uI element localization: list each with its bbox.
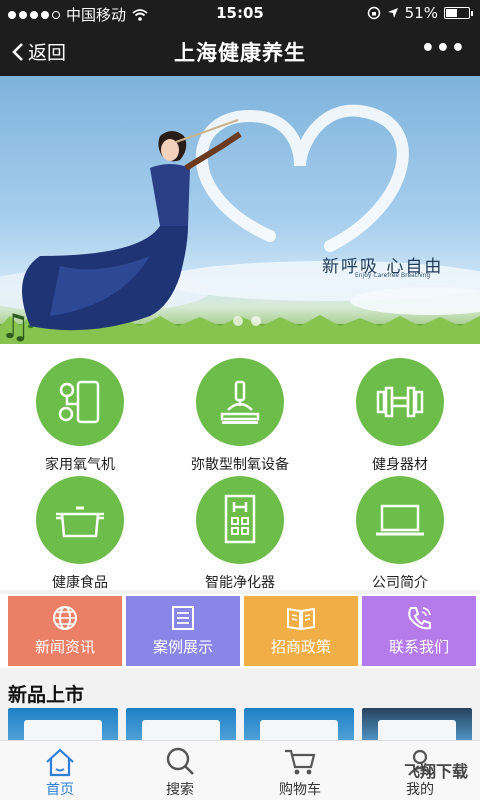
dumbbell-icon: [376, 386, 424, 418]
category-label: 智能净化器: [205, 575, 275, 591]
pot-icon: [56, 506, 104, 538]
tab-label: 购物车: [279, 782, 321, 798]
tile-policy[interactable]: 招商政策: [244, 596, 358, 666]
tile-label: 新闻资讯: [34, 638, 95, 656]
status-right: 51%: [367, 4, 473, 22]
category-icon-circle: [36, 358, 124, 446]
carousel-dot[interactable]: [233, 316, 243, 326]
section-title: 新品上市: [8, 684, 85, 706]
banner-carousel[interactable]: ♫ ♪ 新呼吸 心自由 Enjoy Carefree Breathing: [0, 76, 480, 344]
purifier-icon: [224, 494, 256, 544]
microscope-icon: [220, 380, 260, 424]
category-item[interactable]: 智能净化器: [160, 476, 320, 592]
category-item[interactable]: 弥散型制氧设备: [160, 358, 320, 474]
tile-label: 联系我们: [388, 638, 449, 656]
tile-label: 案例展示: [152, 638, 213, 656]
tile-contact[interactable]: 联系我们: [362, 596, 476, 666]
home-icon: [46, 748, 74, 777]
book-icon: [287, 607, 315, 631]
carousel-indicator[interactable]: [233, 316, 261, 326]
tab-label: 搜索: [166, 782, 194, 798]
banner-illustration: ♫ ♪: [0, 104, 480, 344]
tile-label: 招商政策: [270, 638, 331, 656]
rotation-lock-icon: [367, 6, 380, 20]
watermark: 飞翔下载: [403, 762, 468, 781]
tile-cases[interactable]: 案例展示: [126, 596, 240, 666]
tile-news[interactable]: 新闻资讯: [8, 596, 122, 666]
category-item[interactable]: 健身器材: [320, 358, 480, 474]
tab-label: 首页: [46, 782, 74, 798]
more-menu-button[interactable]: •••: [421, 36, 466, 61]
quick-links: 新闻资讯 案例展示 招商政策 联系我们: [0, 594, 480, 668]
category-item[interactable]: 家用氧气机: [0, 358, 160, 474]
tab-cart[interactable]: 购物车: [240, 741, 360, 800]
category-label: 公司简介: [372, 575, 428, 591]
battery-percent: 51%: [404, 4, 438, 22]
category-icon-circle: [196, 476, 284, 564]
category-icon-circle: [36, 476, 124, 564]
page-title: 上海健康养生: [174, 41, 306, 65]
category-grid: 家用氧气机 弥散型制氧设备 健身器材 健康食品 智能净化器 公司简介: [0, 344, 480, 592]
cart-icon: [285, 749, 316, 775]
category-label: 健身器材: [372, 457, 428, 473]
category-label: 弥散型制氧设备: [191, 457, 289, 473]
nav-bar: 返回 上海健康养生 •••: [0, 26, 480, 76]
category-icon-circle: [356, 358, 444, 446]
oxygen-machine-icon: [58, 380, 100, 424]
carousel-dot[interactable]: [251, 316, 261, 326]
laptop-icon: [376, 504, 424, 536]
document-icon: [172, 606, 194, 630]
tab-label: 我的: [406, 782, 434, 798]
banner-subline: Enjoy Carefree Breathing: [355, 272, 431, 279]
location-arrow-icon: [387, 8, 398, 18]
phone-icon: [408, 607, 431, 630]
status-bar: 中国移动 15:05 51%: [0, 0, 480, 26]
category-icon-circle: [196, 358, 284, 446]
category-item[interactable]: 公司简介: [320, 476, 480, 592]
tab-home[interactable]: 首页: [0, 741, 120, 800]
category-label: 健康食品: [52, 575, 108, 591]
globe-icon: [53, 606, 77, 630]
battery-icon: [444, 7, 473, 19]
tab-search[interactable]: 搜索: [120, 741, 240, 800]
category-label: 家用氧气机: [45, 457, 115, 473]
search-icon: [166, 747, 194, 775]
category-item[interactable]: 健康食品: [0, 476, 160, 592]
category-icon-circle: [356, 476, 444, 564]
